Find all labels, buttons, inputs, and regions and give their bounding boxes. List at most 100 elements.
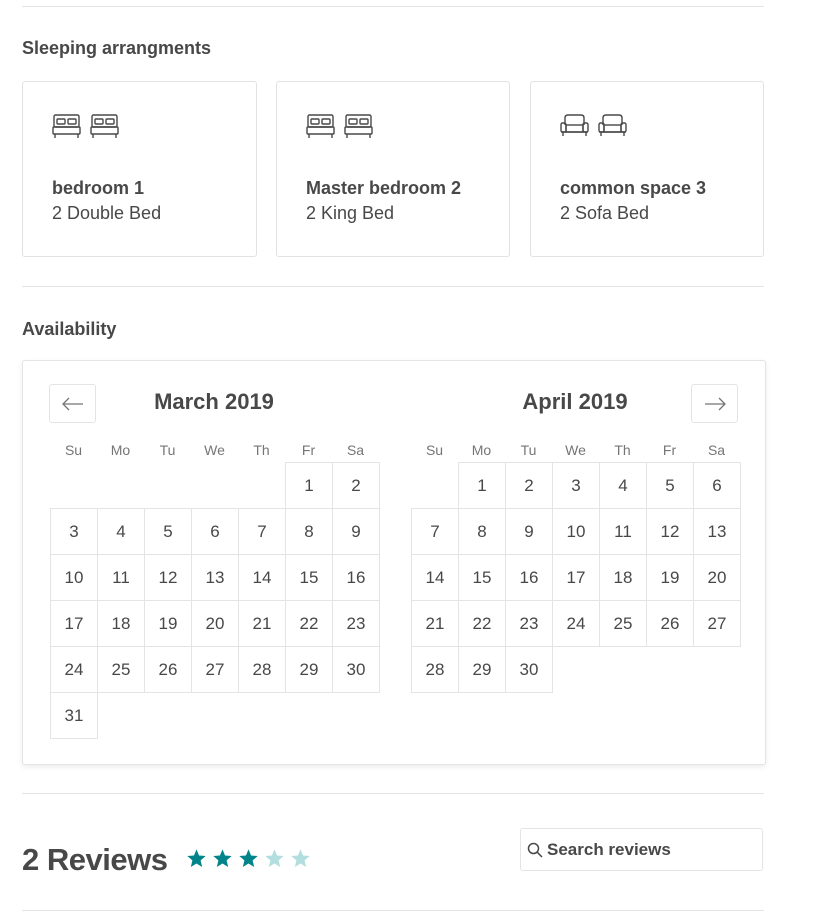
calendar-day[interactable]: 31 — [50, 692, 98, 739]
month-title-march: March 2019 — [154, 389, 274, 414]
calendar-day[interactable]: 12 — [144, 554, 192, 601]
double-bed-icon — [90, 114, 119, 138]
bedroom-card: bedroom 1 2 Double Bed — [22, 81, 257, 257]
calendar-day[interactable]: 10 — [552, 508, 600, 555]
calendar-day[interactable]: 7 — [238, 508, 286, 555]
calendar-day[interactable]: 24 — [50, 646, 98, 693]
calendar-day[interactable]: 18 — [97, 600, 145, 647]
calendar-day[interactable]: 6 — [191, 508, 239, 555]
calendar-day[interactable]: 26 — [144, 646, 192, 693]
double-bed-icon — [52, 114, 81, 138]
calendar-day[interactable]: 21 — [411, 600, 459, 647]
room-name: Master bedroom 2 — [306, 178, 462, 198]
calendar-day[interactable]: 25 — [599, 600, 647, 647]
calendar-day[interactable]: 23 — [332, 600, 380, 647]
calendar-day[interactable]: 5 — [646, 462, 694, 509]
calendar-day[interactable]: 27 — [191, 646, 239, 693]
room-name: common space 3 — [560, 178, 707, 198]
calendar-day[interactable]: 13 — [693, 508, 741, 555]
next-month-button[interactable] — [691, 384, 738, 423]
calendar-day[interactable]: 30 — [332, 646, 380, 693]
king-bed-icon — [344, 114, 373, 138]
calendar-day[interactable]: 21 — [238, 600, 286, 647]
calendar-day[interactable]: 29 — [285, 646, 333, 693]
calendar-day[interactable]: 5 — [144, 508, 192, 555]
weekday-label: We — [565, 442, 586, 458]
calendar-day[interactable]: 1 — [285, 462, 333, 509]
calendar-day[interactable]: 19 — [646, 554, 694, 601]
calendar-day[interactable]: 27 — [693, 600, 741, 647]
calendar-day[interactable]: 11 — [97, 554, 145, 601]
calendar-day[interactable]: 15 — [285, 554, 333, 601]
weekday-label: Fr — [662, 442, 677, 458]
month-title-april: April 2019 — [522, 389, 628, 414]
calendar-day[interactable]: 12 — [646, 508, 694, 555]
sofa-bed-icon-group — [560, 113, 627, 141]
calendar-day[interactable]: 28 — [411, 646, 459, 693]
calendar-day[interactable]: 22 — [458, 600, 506, 647]
calendar-day[interactable]: 16 — [505, 554, 553, 601]
calendar-day[interactable]: 18 — [599, 554, 647, 601]
weekday-label: Mo — [471, 442, 492, 458]
weekday-label: Fr — [301, 442, 316, 458]
calendar-day[interactable]: 13 — [191, 554, 239, 601]
bedroom-card: Master bedroom 2 2 King Bed — [276, 81, 510, 257]
calendar-day[interactable]: 3 — [552, 462, 600, 509]
calendar-day[interactable]: 14 — [238, 554, 286, 601]
availability-calendar: March 2019 April 2019 Su Mo Tu We Th Fr Sa 1 2 3 4… — [22, 360, 766, 765]
calendar-day[interactable]: 1 — [458, 462, 506, 509]
rating-stars — [186, 848, 311, 869]
sofa-bed-icon — [560, 114, 589, 136]
calendar-day[interactable]: 10 — [50, 554, 98, 601]
calendar-day[interactable]: 6 — [693, 462, 741, 509]
calendar-day[interactable]: 19 — [144, 600, 192, 647]
calendar-day[interactable]: 24 — [552, 600, 600, 647]
calendar-day[interactable]: 2 — [332, 462, 380, 509]
calendar-day[interactable]: 3 — [50, 508, 98, 555]
prev-month-button[interactable] — [49, 384, 96, 423]
sleeping-title: Sleeping arrangments — [22, 38, 212, 58]
weekday-label: Tu — [159, 442, 176, 458]
calendar-day[interactable]: 11 — [599, 508, 647, 555]
divider — [22, 910, 764, 911]
calendar-day[interactable]: 20 — [693, 554, 741, 601]
star-icon — [265, 849, 284, 867]
calendar-day[interactable]: 17 — [50, 600, 98, 647]
calendar-day[interactable]: 8 — [285, 508, 333, 555]
calendar-day[interactable]: 17 — [552, 554, 600, 601]
star-icon — [187, 849, 206, 867]
calendar-day[interactable]: 30 — [505, 646, 553, 693]
calendar-day[interactable]: 14 — [411, 554, 459, 601]
calendar-day[interactable]: 2 — [505, 462, 553, 509]
calendar-day[interactable]: 4 — [97, 508, 145, 555]
arrow-left-icon — [61, 397, 83, 410]
divider — [22, 286, 764, 287]
bedroom-card: common space 3 2 Sofa Bed — [530, 81, 764, 257]
sofa-bed-icon — [598, 114, 627, 136]
calendar-day[interactable]: 23 — [505, 600, 553, 647]
search-reviews-input[interactable] — [547, 837, 757, 863]
calendar-day[interactable]: 8 — [458, 508, 506, 555]
calendar-day[interactable]: 28 — [238, 646, 286, 693]
calendar-day[interactable]: 7 — [411, 508, 459, 555]
calendar-day[interactable]: 15 — [458, 554, 506, 601]
star-icon — [239, 849, 258, 867]
calendar-day[interactable]: 25 — [97, 646, 145, 693]
calendar-day[interactable]: 29 — [458, 646, 506, 693]
weekday-label: Sa — [346, 442, 365, 458]
weekday-label: Su — [425, 442, 444, 458]
calendar-day[interactable]: 26 — [646, 600, 694, 647]
star-icon — [291, 849, 310, 867]
search-reviews-field[interactable] — [520, 828, 763, 871]
calendar-day[interactable]: 9 — [332, 508, 380, 555]
calendar-day[interactable]: 16 — [332, 554, 380, 601]
calendar-day[interactable]: 20 — [191, 600, 239, 647]
calendar-day[interactable]: 22 — [285, 600, 333, 647]
weekday-label: Su — [64, 442, 83, 458]
divider — [22, 6, 764, 7]
room-name: bedroom 1 — [52, 178, 145, 198]
room-beds: 2 Sofa Bed — [560, 203, 650, 223]
divider — [22, 793, 764, 794]
calendar-day[interactable]: 4 — [599, 462, 647, 509]
calendar-day[interactable]: 9 — [505, 508, 553, 555]
